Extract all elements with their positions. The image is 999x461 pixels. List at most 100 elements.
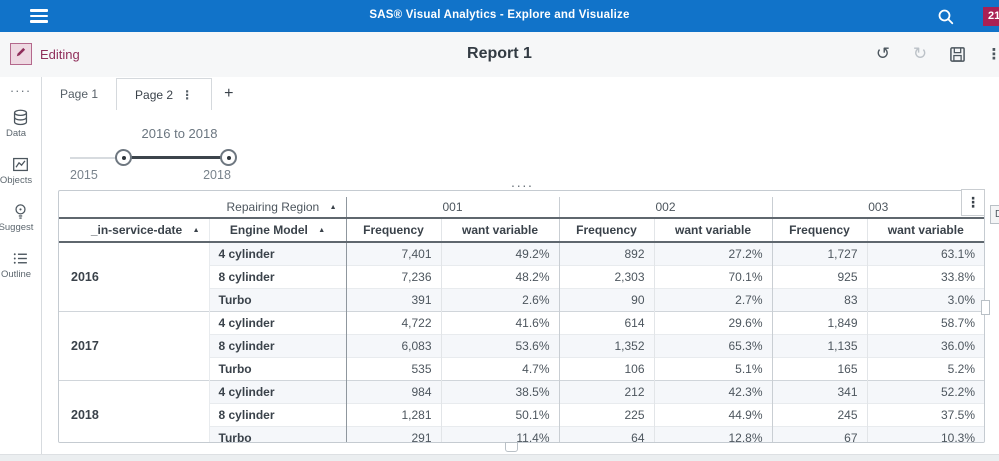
want-variable-cell[interactable]: 4.7% xyxy=(441,357,559,380)
engine-model-cell[interactable]: 4 cylinder xyxy=(209,380,346,403)
engine-model-cell[interactable]: 8 cylinder xyxy=(209,403,346,426)
want-variable-cell[interactable]: 49.2% xyxy=(441,242,559,265)
frequency-cell[interactable]: 106 xyxy=(559,357,654,380)
want-variable-cell[interactable]: 65.3% xyxy=(654,334,772,357)
want-variable-cell[interactable]: 2.6% xyxy=(441,288,559,311)
measure-header-want-variable[interactable]: want variable xyxy=(867,218,984,242)
slider-selected-range[interactable] xyxy=(123,156,228,159)
sidebar-item-suggest[interactable]: Suggest xyxy=(0,203,41,233)
frequency-cell[interactable]: 614 xyxy=(559,311,654,334)
want-variable-cell[interactable]: 42.3% xyxy=(654,380,772,403)
engine-model-cell[interactable]: 4 cylinder xyxy=(209,242,346,265)
object-drag-handle-icon[interactable]: ···· xyxy=(502,180,542,190)
slider-handle-left[interactable] xyxy=(115,149,132,166)
frequency-cell[interactable]: 925 xyxy=(772,265,867,288)
object-resize-handle-right[interactable] xyxy=(981,300,990,315)
notification-badge[interactable]: 21 xyxy=(983,7,999,26)
want-variable-cell[interactable]: 53.6% xyxy=(441,334,559,357)
slider-handle-right[interactable] xyxy=(220,149,237,166)
measure-header-frequency[interactable]: Frequency xyxy=(346,218,441,242)
want-variable-cell[interactable]: 58.7% xyxy=(867,311,984,334)
year-cell[interactable]: 2018 xyxy=(59,380,209,443)
frequency-cell[interactable]: 2,303 xyxy=(559,265,654,288)
sidebar-item-outline[interactable]: Outline xyxy=(0,250,41,280)
tab-page-1[interactable]: Page 1 xyxy=(42,77,116,110)
tab-page-2[interactable]: Page 2⋮ xyxy=(116,78,212,110)
save-icon[interactable] xyxy=(946,43,968,65)
measure-header-frequency[interactable]: Frequency xyxy=(772,218,867,242)
more-options-icon[interactable]: ⋮ xyxy=(983,43,999,65)
engine-model-cell[interactable]: 4 cylinder xyxy=(209,311,346,334)
measure-header-frequency[interactable]: Frequency xyxy=(559,218,654,242)
want-variable-cell[interactable]: 11.4% xyxy=(441,426,559,443)
sidebar-item-objects[interactable]: Objects xyxy=(0,156,41,186)
frequency-cell[interactable]: 341 xyxy=(772,380,867,403)
want-variable-cell[interactable]: 12.8% xyxy=(654,426,772,443)
frequency-cell[interactable]: 892 xyxy=(559,242,654,265)
frequency-cell[interactable]: 1,281 xyxy=(346,403,441,426)
measure-header-want-variable[interactable]: want variable xyxy=(654,218,772,242)
frequency-cell[interactable]: 7,401 xyxy=(346,242,441,265)
want-variable-cell[interactable]: 3.0% xyxy=(867,288,984,311)
frequency-cell[interactable]: 165 xyxy=(772,357,867,380)
frequency-cell[interactable]: 6,083 xyxy=(346,334,441,357)
undo-icon[interactable]: ↺ xyxy=(872,43,894,65)
frequency-cell[interactable]: 212 xyxy=(559,380,654,403)
want-variable-cell[interactable]: 38.5% xyxy=(441,380,559,403)
frequency-cell[interactable]: 83 xyxy=(772,288,867,311)
want-variable-cell[interactable]: 27.2% xyxy=(654,242,772,265)
year-cell[interactable]: 2017 xyxy=(59,311,209,380)
frequency-cell[interactable]: 4,722 xyxy=(346,311,441,334)
want-variable-cell[interactable]: 37.5% xyxy=(867,403,984,426)
want-variable-cell[interactable]: 41.6% xyxy=(441,311,559,334)
object-resize-handle-bottom[interactable] xyxy=(505,442,518,452)
frequency-cell[interactable]: 391 xyxy=(346,288,441,311)
column-dimension-header[interactable]: Repairing Region ▲ xyxy=(209,197,346,218)
frequency-cell[interactable]: 291 xyxy=(346,426,441,443)
frequency-cell[interactable]: 245 xyxy=(772,403,867,426)
year-cell[interactable]: 2016 xyxy=(59,242,209,311)
engine-model-cell[interactable]: Turbo xyxy=(209,288,346,311)
want-variable-cell[interactable]: 36.0% xyxy=(867,334,984,357)
want-variable-cell[interactable]: 48.2% xyxy=(441,265,559,288)
frequency-cell[interactable]: 1,727 xyxy=(772,242,867,265)
want-variable-cell[interactable]: 63.1% xyxy=(867,242,984,265)
object-menu-icon[interactable]: ⋮ xyxy=(961,189,985,216)
want-variable-cell[interactable]: 52.2% xyxy=(867,380,984,403)
frequency-cell[interactable]: 1,135 xyxy=(772,334,867,357)
engine-model-cell[interactable]: Turbo xyxy=(209,426,346,443)
frequency-cell[interactable]: 90 xyxy=(559,288,654,311)
want-variable-cell[interactable]: 29.6% xyxy=(654,311,772,334)
region-header[interactable]: 002 xyxy=(559,197,772,218)
redo-icon[interactable]: ↻ xyxy=(909,43,931,65)
row-dimension-header-engine[interactable]: Engine Model ▲ xyxy=(209,218,346,242)
want-variable-cell[interactable]: 50.1% xyxy=(441,403,559,426)
tab-menu-icon[interactable]: ⋮ xyxy=(181,88,193,102)
engine-model-cell[interactable]: Turbo xyxy=(209,357,346,380)
frequency-cell[interactable]: 7,236 xyxy=(346,265,441,288)
sidebar-overflow-icon[interactable]: ···· xyxy=(0,87,41,95)
frequency-cell[interactable]: 535 xyxy=(346,357,441,380)
frequency-cell[interactable]: 225 xyxy=(559,403,654,426)
frequency-cell[interactable]: 1,352 xyxy=(559,334,654,357)
engine-model-cell[interactable]: 8 cylinder xyxy=(209,265,346,288)
frequency-cell[interactable]: 984 xyxy=(346,380,441,403)
measure-header-want-variable[interactable]: want variable xyxy=(441,218,559,242)
engine-model-cell[interactable]: 8 cylinder xyxy=(209,334,346,357)
want-variable-cell[interactable]: 10.3% xyxy=(867,426,984,443)
want-variable-cell[interactable]: 5.1% xyxy=(654,357,772,380)
want-variable-cell[interactable]: 44.9% xyxy=(654,403,772,426)
want-variable-cell[interactable]: 2.7% xyxy=(654,288,772,311)
want-variable-cell[interactable]: 33.8% xyxy=(867,265,984,288)
region-header[interactable]: 003 xyxy=(772,197,984,218)
crosstab-object[interactable]: Repairing Region ▲001002003 _in-service-d… xyxy=(58,190,985,443)
region-header[interactable]: 001 xyxy=(346,197,559,218)
sidebar-item-data[interactable]: Data xyxy=(0,109,41,139)
frequency-cell[interactable]: 67 xyxy=(772,426,867,443)
add-page-button[interactable]: + xyxy=(212,77,245,110)
want-variable-cell[interactable]: 70.1% xyxy=(654,265,772,288)
want-variable-cell[interactable]: 5.2% xyxy=(867,357,984,380)
frequency-cell[interactable]: 64 xyxy=(559,426,654,443)
right-panel-tab[interactable]: D xyxy=(990,205,999,224)
row-dimension-header-date[interactable]: _in-service-date ▲ xyxy=(59,218,209,242)
